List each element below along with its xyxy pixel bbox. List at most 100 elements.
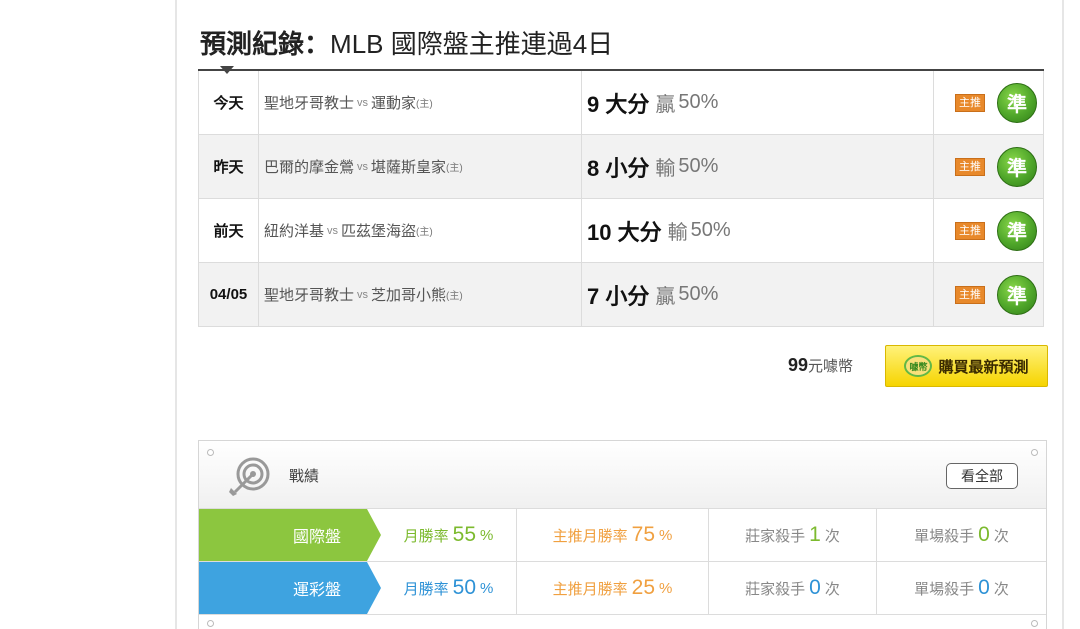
- pick-value: 10 大分: [587, 219, 662, 245]
- result-label: 輸: [655, 158, 676, 180]
- row-match[interactable]: 紐約洋基 vs 匹茲堡海盜 (主): [259, 199, 582, 262]
- main-rate: 主推月勝率 75 %: [517, 509, 709, 561]
- single-value: 0: [978, 523, 990, 546]
- main-pick-badge: 主推: [955, 93, 985, 112]
- prediction-table: 今天 聖地牙哥教士 vs 運動家 (主) 9 大分 贏 50% 主推 準 昨天 …: [198, 69, 1044, 327]
- month-rate-value: 50: [452, 576, 477, 599]
- purchase-area: 99元噱幣 噱幣 購買最新預測: [788, 345, 1048, 387]
- row-match[interactable]: 巴爾的摩金鶯 vs 堪薩斯皇家 (主): [259, 135, 582, 198]
- unit: 次: [824, 580, 840, 598]
- accurate-icon: 準: [997, 146, 1037, 187]
- main-rate-value: 25: [631, 576, 656, 599]
- result-label: 輸: [667, 222, 688, 244]
- stat-label[interactable]: 運彩盤: [199, 562, 381, 614]
- row-match[interactable]: 聖地牙哥教士 vs 運動家 (主): [259, 71, 582, 134]
- accurate-icon: 準: [997, 210, 1037, 251]
- corner-dot-icon: [1031, 449, 1038, 456]
- buy-prediction-button[interactable]: 噱幣 購買最新預測: [885, 345, 1048, 387]
- main-rate: 主推月勝率 25 %: [517, 562, 709, 614]
- row-date: 今天: [199, 71, 259, 134]
- dealer-value: 1: [809, 523, 821, 546]
- see-all-button[interactable]: 看全部: [946, 463, 1018, 489]
- home-team: 匹茲堡海盜: [341, 223, 417, 240]
- panel-footer: [199, 615, 1046, 629]
- unit: %: [659, 526, 673, 544]
- stat-label[interactable]: 國際盤: [199, 509, 381, 561]
- percent-value: 50%: [678, 155, 719, 177]
- main-rate-label: 主推月勝率: [552, 527, 628, 545]
- pick-value: 8 小分: [587, 155, 650, 181]
- unit: %: [659, 579, 673, 597]
- percent-value: 50%: [678, 91, 719, 113]
- row-prediction: 9 大分 贏 50%: [582, 71, 933, 134]
- host-mark: (主): [416, 227, 433, 238]
- row-date: 昨天: [199, 135, 259, 198]
- single-label: 單場殺手: [914, 527, 975, 545]
- away-team: 紐約洋基: [264, 223, 325, 240]
- record-title: 戰績: [289, 468, 320, 485]
- main-pick-badge: 主推: [955, 285, 985, 304]
- dealer-value: 0: [809, 576, 821, 599]
- main-content: 預測紀錄：MLB 國際盤主推連過4日 今天 聖地牙哥教士 vs 運動家 (主) …: [178, 0, 1062, 629]
- row-prediction: 8 小分 輸 50%: [582, 135, 933, 198]
- home-team: 芝加哥小熊: [371, 287, 447, 304]
- single-value: 0: [978, 576, 990, 599]
- title-text: MLB 國際盤主推連過4日: [330, 29, 614, 59]
- main-rate-label: 主推月勝率: [552, 580, 628, 598]
- dealer-killer: 莊家殺手 1 次: [709, 509, 877, 561]
- away-team: 聖地牙哥教士: [264, 95, 355, 112]
- month-rate-label: 月勝率: [403, 580, 449, 598]
- away-team: 聖地牙哥教士: [264, 287, 355, 304]
- unit: 次: [993, 527, 1009, 545]
- row-prediction: 7 小分 贏 50%: [582, 263, 933, 326]
- row-date: 04/05: [199, 263, 259, 326]
- record-panel: 戰績 看全部 國際盤 月勝率 55 % 主推月勝率 75 % 莊家殺手 1 次 …: [198, 440, 1047, 629]
- table-row: 前天 紐約洋基 vs 匹茲堡海盜 (主) 10 大分 輸 50% 主推 準: [198, 199, 1044, 263]
- accurate-icon: 準: [997, 274, 1037, 315]
- month-rate: 月勝率 55 %: [367, 509, 517, 561]
- vs-label: vs: [327, 224, 339, 237]
- corner-dot-icon: [1031, 620, 1038, 627]
- table-row: 今天 聖地牙哥教士 vs 運動家 (主) 9 大分 贏 50% 主推 準: [198, 71, 1044, 135]
- corner-dot-icon: [207, 620, 214, 627]
- single-killer: 單場殺手 0 次: [877, 509, 1046, 561]
- vs-label: vs: [357, 288, 369, 301]
- table-row: 昨天 巴爾的摩金鶯 vs 堪薩斯皇家 (主) 8 小分 輸 50% 主推 準: [198, 135, 1044, 199]
- stat-row-international: 國際盤 月勝率 55 % 主推月勝率 75 % 莊家殺手 1 次 單場殺手 0 …: [199, 509, 1046, 562]
- coin-icon: 噱幣: [904, 355, 933, 377]
- vs-label: vs: [357, 96, 369, 109]
- row-badges: 主推 準: [933, 71, 1043, 134]
- unit: 次: [824, 527, 840, 545]
- unit: %: [480, 526, 494, 544]
- month-rate-label: 月勝率: [403, 527, 449, 545]
- record-panel-header: 戰績 看全部: [199, 441, 1046, 509]
- row-badges: 主推 準: [933, 135, 1043, 198]
- dealer-killer: 莊家殺手 0 次: [709, 562, 877, 614]
- price-label: 99元噱幣: [788, 355, 853, 376]
- row-badges: 主推 準: [933, 199, 1043, 262]
- page-title: 預測紀錄：MLB 國際盤主推連過4日: [200, 24, 613, 61]
- buy-button-label: 購買最新預測: [938, 358, 1029, 376]
- month-rate-value: 55: [452, 523, 477, 546]
- month-rate: 月勝率 50 %: [367, 562, 517, 614]
- percent-value: 50%: [678, 283, 719, 305]
- host-mark: (主): [446, 163, 463, 174]
- right-divider: [1062, 0, 1064, 629]
- dealer-label: 莊家殺手: [745, 527, 806, 545]
- row-date: 前天: [199, 199, 259, 262]
- main-pick-badge: 主推: [955, 221, 985, 240]
- unit: 次: [993, 580, 1009, 598]
- row-match[interactable]: 聖地牙哥教士 vs 芝加哥小熊 (主): [259, 263, 582, 326]
- pick-value: 9 大分: [587, 91, 650, 117]
- stat-row-sportslottery: 運彩盤 月勝率 50 % 主推月勝率 25 % 莊家殺手 0 次 單場殺手 0 …: [199, 562, 1046, 615]
- row-prediction: 10 大分 輸 50%: [582, 199, 933, 262]
- result-label: 贏: [655, 94, 676, 116]
- unit: %: [480, 579, 494, 597]
- table-row: 04/05 聖地牙哥教士 vs 芝加哥小熊 (主) 7 小分 贏 50% 主推 …: [198, 263, 1044, 327]
- main-pick-badge: 主推: [955, 157, 985, 176]
- host-mark: (主): [416, 99, 433, 110]
- title-separator: ：: [304, 29, 331, 59]
- host-mark: (主): [446, 291, 463, 302]
- home-team: 運動家: [371, 95, 417, 112]
- row-badges: 主推 準: [933, 263, 1043, 326]
